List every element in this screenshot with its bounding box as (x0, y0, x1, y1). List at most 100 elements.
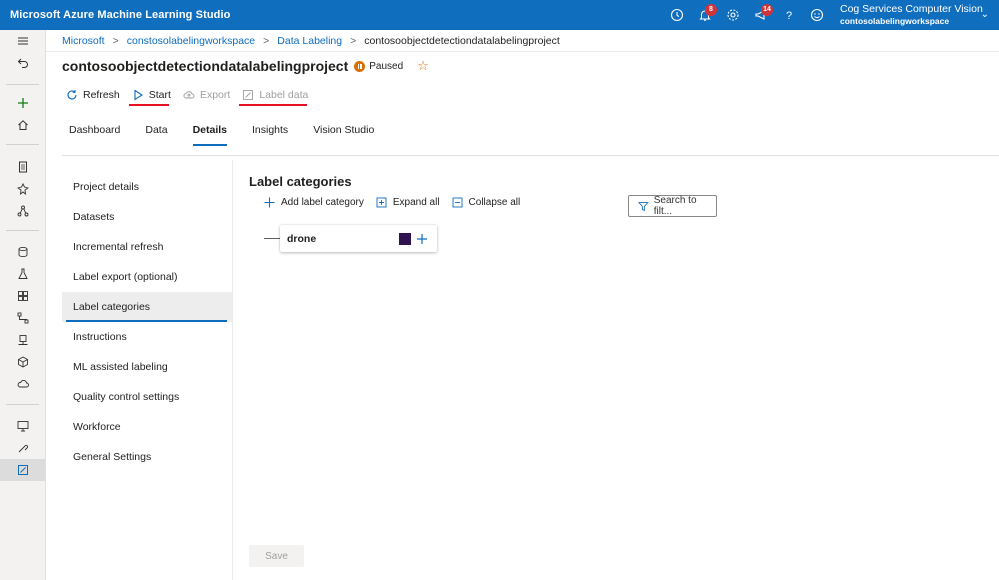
project-tabs: Dashboard Data Details Insights Vision S… (62, 124, 392, 146)
breadcrumb-separator: > (112, 35, 119, 47)
page-title: contosoobjectdetectiondatalabelingprojec… (62, 58, 349, 74)
status-badge: Paused (354, 60, 404, 72)
settings-item-datasets[interactable]: Datasets (62, 202, 232, 232)
label-data-label: Label data (259, 89, 309, 101)
rail-divider (6, 404, 39, 405)
settings-item-project-details[interactable]: Project details (62, 172, 232, 202)
top-bar: Microsoft Azure Machine Learning Studio … (0, 0, 999, 30)
home-icon[interactable] (0, 114, 45, 136)
plus-icon (264, 197, 275, 207)
add-subcategory-plus-icon[interactable] (415, 232, 429, 246)
settings-item-label-categories[interactable]: Label categories (62, 292, 232, 322)
hamburger-menu-icon[interactable] (0, 30, 45, 52)
rail-divider (6, 230, 39, 231)
workspace-name: contosolabelingworkspace (840, 16, 950, 26)
left-navigation-rail (0, 30, 46, 580)
start-highlight-underline (128, 104, 169, 106)
collapse-icon (452, 197, 462, 207)
environments-icon[interactable] (0, 329, 45, 351)
tab-data[interactable]: Data (145, 124, 167, 146)
start-label: Start (148, 89, 171, 101)
feedback-badge: 14 (761, 4, 773, 16)
search-filter-input[interactable]: Search to filt... (628, 195, 717, 217)
svg-text:?: ? (786, 10, 792, 22)
section-title: Label categories (249, 174, 352, 189)
settings-item-incremental-refresh[interactable]: Incremental refresh (62, 232, 232, 262)
breadcrumb-data-labeling[interactable]: Data Labeling (277, 35, 342, 47)
play-icon (134, 89, 143, 101)
breadcrumb-current-project: contosoobjectdetectiondatalabelingprojec… (364, 35, 560, 47)
expand-all-button[interactable]: Expand all (376, 197, 440, 208)
account-menu[interactable]: Cog Services Computer Vision contosolabe… (839, 0, 989, 30)
favorite-star-icon[interactable]: ☆ (417, 58, 429, 74)
settings-item-workforce[interactable]: Workforce (62, 412, 232, 442)
app-title[interactable]: Microsoft Azure Machine Learning Studio (10, 9, 230, 21)
endpoints-cloud-icon[interactable] (0, 373, 45, 395)
label-data-icon (243, 90, 254, 100)
data-assets-icon[interactable] (0, 241, 45, 263)
help-icon[interactable]: ? (775, 0, 803, 30)
label-category-card[interactable]: drone (280, 225, 437, 252)
clock-icon[interactable] (663, 0, 691, 30)
label-category-name: drone (287, 232, 317, 245)
settings-item-label-export[interactable]: Label export (optional) (62, 262, 232, 292)
add-label-category-label: Add label category (281, 196, 364, 208)
save-button[interactable]: Save (249, 545, 304, 567)
new-plus-icon[interactable] (0, 92, 45, 114)
linked-services-icon[interactable] (0, 437, 45, 459)
expand-icon (376, 197, 387, 207)
settings-gear-icon[interactable] (719, 0, 747, 30)
breadcrumb-separator: > (263, 35, 270, 47)
tab-vision-studio[interactable]: Vision Studio (313, 124, 374, 146)
collapse-all-button[interactable]: Collapse all (452, 196, 521, 208)
tab-dashboard[interactable]: Dashboard (69, 124, 120, 146)
search-placeholder: Search to filt... (653, 195, 697, 217)
project-header: contosoobjectdetectiondatalabelingprojec… (62, 58, 429, 74)
tab-insights[interactable]: Insights (252, 124, 288, 146)
export-label: Export (199, 89, 231, 101)
details-settings-nav: Project details Datasets Incremental ref… (62, 172, 232, 472)
breadcrumb-workspace[interactable]: constosolabelingworkspace (127, 35, 255, 47)
settings-item-quality-control[interactable]: Quality control settings (62, 382, 232, 412)
export-button[interactable]: Export (183, 89, 230, 101)
add-label-category-button[interactable]: Add label category (264, 197, 364, 208)
components-icon[interactable] (0, 285, 45, 307)
label-data-button[interactable]: Label data (239, 89, 309, 106)
refresh-label: Refresh (83, 89, 120, 101)
refresh-button[interactable]: Refresh (66, 89, 120, 101)
notifications-badge: 8 (705, 4, 717, 16)
tree-connector (264, 238, 280, 239)
compute-monitor-icon[interactable] (0, 415, 45, 437)
automated-ml-icon[interactable] (0, 178, 45, 200)
settings-item-general-settings[interactable]: General Settings (62, 442, 232, 472)
collapse-all-label: Collapse all (468, 196, 521, 208)
breadcrumb: Microsoft > constosolabelingworkspace > … (62, 34, 560, 48)
breadcrumb-microsoft[interactable]: Microsoft (62, 35, 105, 47)
jobs-flask-icon[interactable] (0, 263, 45, 285)
smiley-feedback-icon[interactable] (803, 0, 831, 30)
breadcrumb-divider (46, 51, 999, 52)
expand-all-label: Expand all (392, 196, 440, 208)
cloud-export-icon (183, 91, 195, 99)
designer-icon[interactable] (0, 200, 45, 222)
status-text: Paused (369, 60, 404, 72)
account-name: Cog Services Computer Vision (840, 3, 983, 15)
models-cube-icon[interactable] (0, 351, 45, 373)
notifications-bell-icon[interactable]: 8 (691, 0, 719, 30)
back-arrow-icon[interactable] (0, 52, 45, 74)
settings-item-instructions[interactable]: Instructions (62, 322, 232, 352)
settings-item-ml-assisted-labeling[interactable]: ML assisted labeling (62, 352, 232, 382)
filter-icon (638, 201, 649, 211)
notebook-icon[interactable] (0, 156, 45, 178)
feedback-megaphone-icon[interactable]: 14 (747, 0, 775, 30)
start-button[interactable]: Start (128, 89, 171, 106)
label-data-highlight-underline (239, 104, 308, 106)
label-color-swatch[interactable] (399, 232, 411, 245)
pipelines-icon[interactable] (0, 307, 45, 329)
data-labeling-icon[interactable] (0, 459, 45, 481)
tab-details[interactable]: Details (192, 124, 228, 146)
rail-divider (6, 84, 39, 85)
command-bar: Refresh Start Export Label data (66, 86, 320, 106)
label-category-actions: Add label category Expand all Collapse a… (264, 195, 532, 209)
top-bar-actions: 8 14 ? Cog Services Computer Vision cont… (663, 0, 999, 30)
